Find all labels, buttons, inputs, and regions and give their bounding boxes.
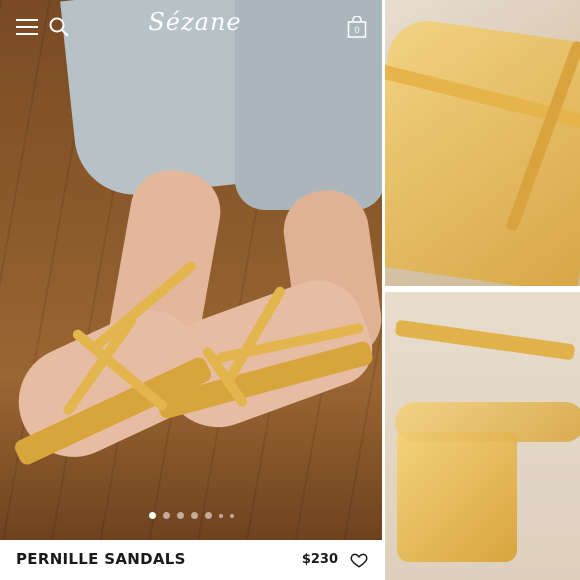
- shopping-bag-icon[interactable]: 0: [344, 14, 370, 40]
- detail-photo-straps[interactable]: [385, 0, 580, 286]
- sandal-sole-detail: [395, 402, 580, 442]
- carousel-dot[interactable]: [218, 513, 223, 518]
- bag-count: 0: [354, 25, 359, 35]
- product-info-bar: PERNILLE SANDALS $230: [0, 540, 382, 580]
- sandal-ankle-strap-detail: [394, 319, 576, 361]
- carousel-dot[interactable]: [204, 512, 212, 519]
- hamburger-menu-icon[interactable]: [14, 14, 40, 40]
- carousel-dot[interactable]: [229, 513, 234, 518]
- carousel-dot[interactable]: [190, 512, 198, 519]
- sandal-heel-detail: [397, 432, 517, 562]
- main-product-photo[interactable]: Sézane 0: [0, 0, 382, 540]
- product-gallery: Sézane 0: [0, 0, 580, 580]
- sandal-insole-detail: [385, 15, 580, 286]
- heart-outline-icon[interactable]: [350, 551, 368, 569]
- detail-photo-heel[interactable]: [385, 292, 580, 580]
- top-navigation-bar: Sézane 0: [0, 0, 382, 54]
- product-price: $230: [301, 552, 338, 567]
- product-name[interactable]: PERNILLE SANDALS: [16, 550, 186, 568]
- search-icon[interactable]: [46, 14, 72, 40]
- carousel-dot[interactable]: [162, 512, 170, 519]
- carousel-pagination: [0, 512, 382, 519]
- carousel-dot[interactable]: [148, 512, 156, 519]
- brand-logo[interactable]: Sézane: [140, 8, 250, 36]
- carousel-dot[interactable]: [176, 512, 184, 519]
